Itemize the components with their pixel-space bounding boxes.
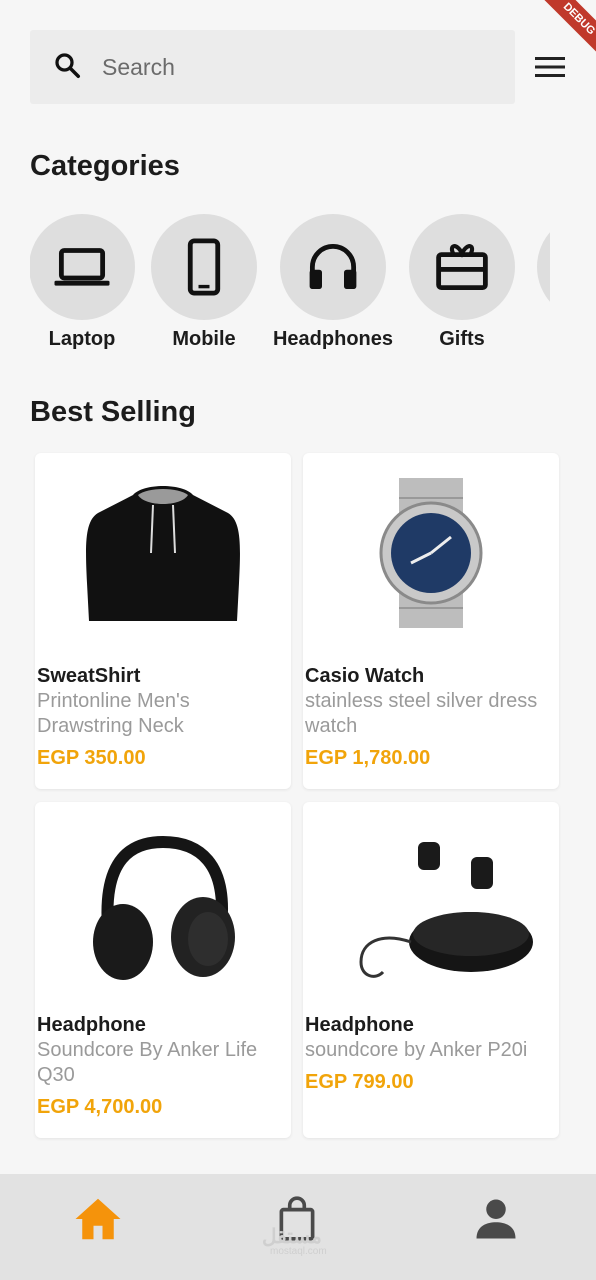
gift-icon <box>436 244 488 291</box>
product-name: Headphone <box>305 1014 414 1036</box>
nav-home[interactable] <box>68 1192 128 1246</box>
category-gifts[interactable]: Gifts <box>402 214 522 351</box>
product-card[interactable]: Headphone soundcore by Anker P20i EGP 79… <box>303 802 559 1138</box>
product-price: EGP 799.00 <box>305 1071 414 1093</box>
product-card[interactable]: SweatShirt Printonline Men's Drawstring … <box>35 453 291 789</box>
category-label: Gifts <box>439 328 485 350</box>
watch-image <box>303 453 559 653</box>
hoodie-image <box>35 453 291 653</box>
bottom-navigation: مستقل mostaql.com <box>0 1174 596 1280</box>
product-card[interactable]: Casio Watch stainless steel silver dress… <box>303 453 559 789</box>
watermark-url: mostaql.com <box>270 1246 327 1257</box>
categories-title: Categories <box>30 150 180 182</box>
category-more[interactable] <box>530 214 550 320</box>
hamburger-menu-icon <box>535 57 565 77</box>
product-price: EGP 1,780.00 <box>305 747 431 769</box>
earbuds-image <box>303 802 559 1002</box>
search-icon <box>52 50 82 85</box>
product-card[interactable]: Headphone Soundcore By Anker Life Q30 EG… <box>35 802 291 1138</box>
search-row <box>30 30 572 104</box>
menu-button[interactable] <box>534 52 566 82</box>
product-name: SweatShirt <box>37 665 141 687</box>
product-description: stainless steel silver dress watch <box>305 690 538 737</box>
product-name: Headphone <box>37 1014 146 1036</box>
category-mobile[interactable]: Mobile <box>144 214 264 351</box>
product-price: EGP 350.00 <box>37 747 146 769</box>
product-description: soundcore by Anker P20i <box>305 1039 528 1061</box>
headphones-image <box>35 802 291 1002</box>
person-icon <box>476 1199 516 1239</box>
search-bar[interactable] <box>30 30 515 104</box>
category-label: Headphones <box>272 328 394 350</box>
search-input[interactable] <box>102 53 462 81</box>
best-selling-title: Best Selling <box>30 396 196 428</box>
product-price: EGP 4,700.00 <box>37 1096 163 1118</box>
mobile-icon <box>187 238 221 296</box>
home-icon <box>75 1198 121 1240</box>
product-description: Printonline Men's Drawstring Neck <box>37 690 190 737</box>
category-label: Mobile <box>172 328 236 350</box>
headphones-icon <box>309 243 357 289</box>
category-laptop[interactable]: Laptop <box>30 214 142 351</box>
category-headphones[interactable]: Headphones <box>273 214 393 351</box>
laptop-icon <box>54 248 110 286</box>
product-name: Casio Watch <box>305 665 425 687</box>
categories-list[interactable]: Laptop Mobile Headphones Gifts <box>30 214 550 354</box>
product-description: Soundcore By Anker Life Q30 <box>37 1039 258 1086</box>
nav-profile[interactable] <box>466 1192 526 1246</box>
category-label: Laptop <box>48 328 116 350</box>
